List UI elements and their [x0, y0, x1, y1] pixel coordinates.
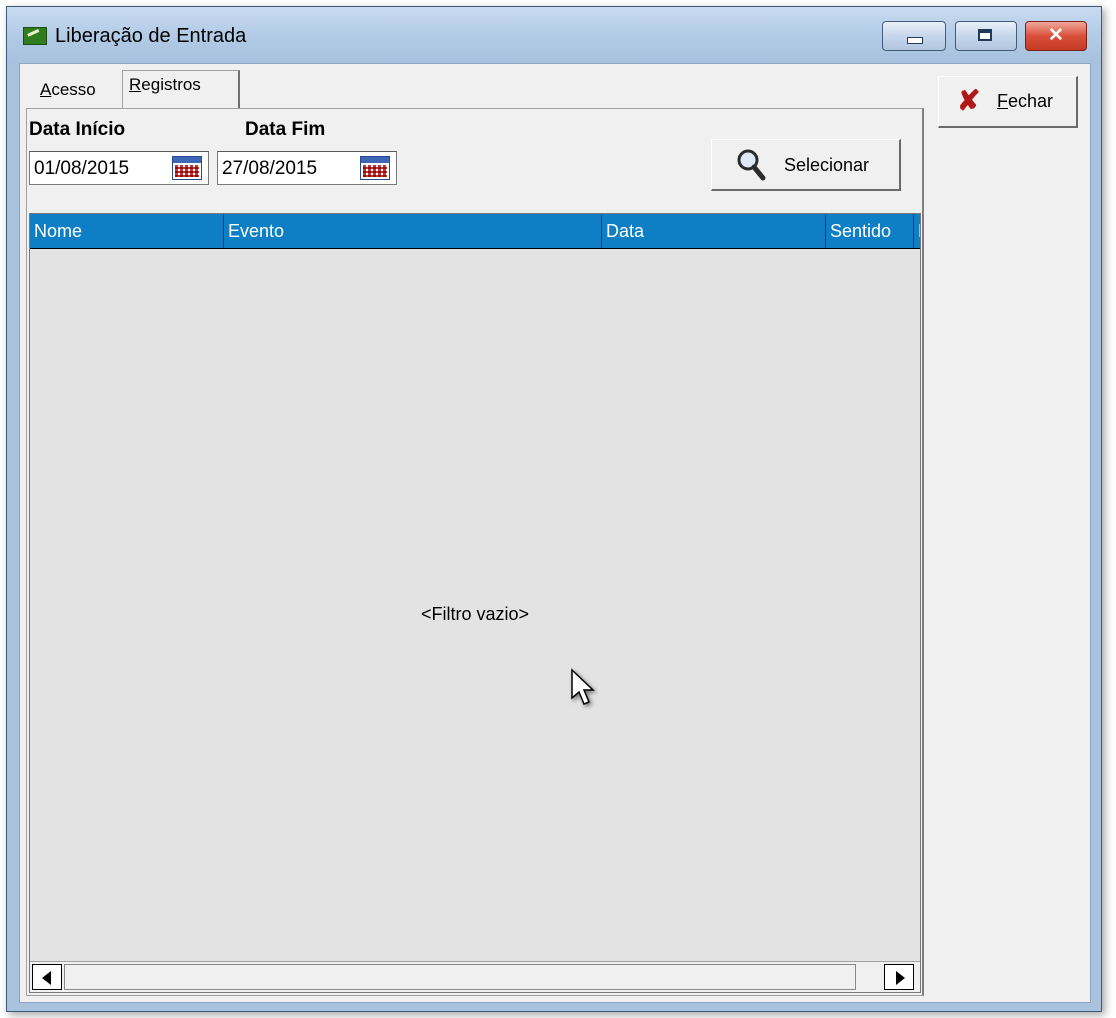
column-header-nome[interactable]: Nome [30, 214, 224, 248]
registros-panel: Data Início Data Fim 01/08/2015 27/08/20… [26, 108, 924, 996]
close-rest: echar [1008, 91, 1054, 111]
start-date-label: Data Início [29, 119, 126, 140]
column-header-extra[interactable]: D [914, 214, 920, 248]
tab-acesso[interactable]: Acesso [34, 76, 124, 106]
client-area: Acesso Registros Data Início Data Fim 01… [19, 63, 1091, 1003]
close-accel: F [997, 91, 1008, 111]
horizontal-scrollbar[interactable] [30, 961, 920, 992]
red-x-icon: ✘ [957, 85, 981, 116]
mouse-cursor-icon [571, 668, 595, 705]
title-bar[interactable]: Liberação de Entrada ✕ [7, 7, 1101, 63]
end-date-field[interactable]: 27/08/2015 [217, 151, 397, 185]
records-grid[interactable]: Nome Evento Data Sentido D <Filtro vazio… [29, 213, 921, 993]
select-button-label: Selecionar [784, 155, 870, 175]
minimize-icon [907, 37, 923, 44]
close-window-button[interactable]: ✕ [1025, 21, 1087, 51]
arrow-right-icon [896, 971, 905, 985]
minimize-button[interactable] [882, 21, 946, 51]
scroll-right-button[interactable] [884, 964, 914, 990]
calendar-icon[interactable] [172, 156, 202, 180]
calendar-icon[interactable] [360, 156, 390, 180]
magnifier-icon [737, 149, 766, 181]
maximize-button[interactable] [955, 21, 1017, 51]
close-button[interactable]: ✘ Fechar [938, 76, 1078, 128]
grid-header: Nome Evento Data Sentido D [30, 214, 920, 249]
tab-acesso-accel: A [40, 80, 52, 99]
window-title: Liberação de Entrada [55, 25, 247, 47]
start-date-value: 01/08/2015 [34, 158, 130, 179]
end-date-label: Data Fim [245, 119, 326, 140]
tab-registros-label: egistros [141, 75, 201, 94]
select-button[interactable]: Selecionar [711, 139, 901, 191]
arrow-left-icon [42, 971, 51, 985]
app-window: Liberação de Entrada ✕ Acesso Registros … [6, 6, 1102, 1012]
close-icon: ✕ [1048, 25, 1064, 46]
tab-acesso-label: cesso [51, 80, 96, 99]
start-date-field[interactable]: 01/08/2015 [29, 151, 209, 185]
app-icon [23, 27, 47, 45]
maximize-icon [978, 29, 992, 41]
column-header-sentido[interactable]: Sentido [826, 214, 914, 248]
column-header-data[interactable]: Data [602, 214, 826, 248]
scroll-thumb[interactable] [64, 964, 856, 990]
column-header-evento[interactable]: Evento [224, 214, 602, 248]
empty-filter-message: <Filtro vazio> [420, 604, 530, 624]
tab-registros[interactable]: Registros [122, 70, 240, 108]
scroll-left-button[interactable] [32, 964, 62, 990]
tab-registros-accel: R [129, 75, 142, 94]
close-button-label: Fechar [997, 91, 1053, 112]
end-date-value: 27/08/2015 [222, 158, 318, 179]
